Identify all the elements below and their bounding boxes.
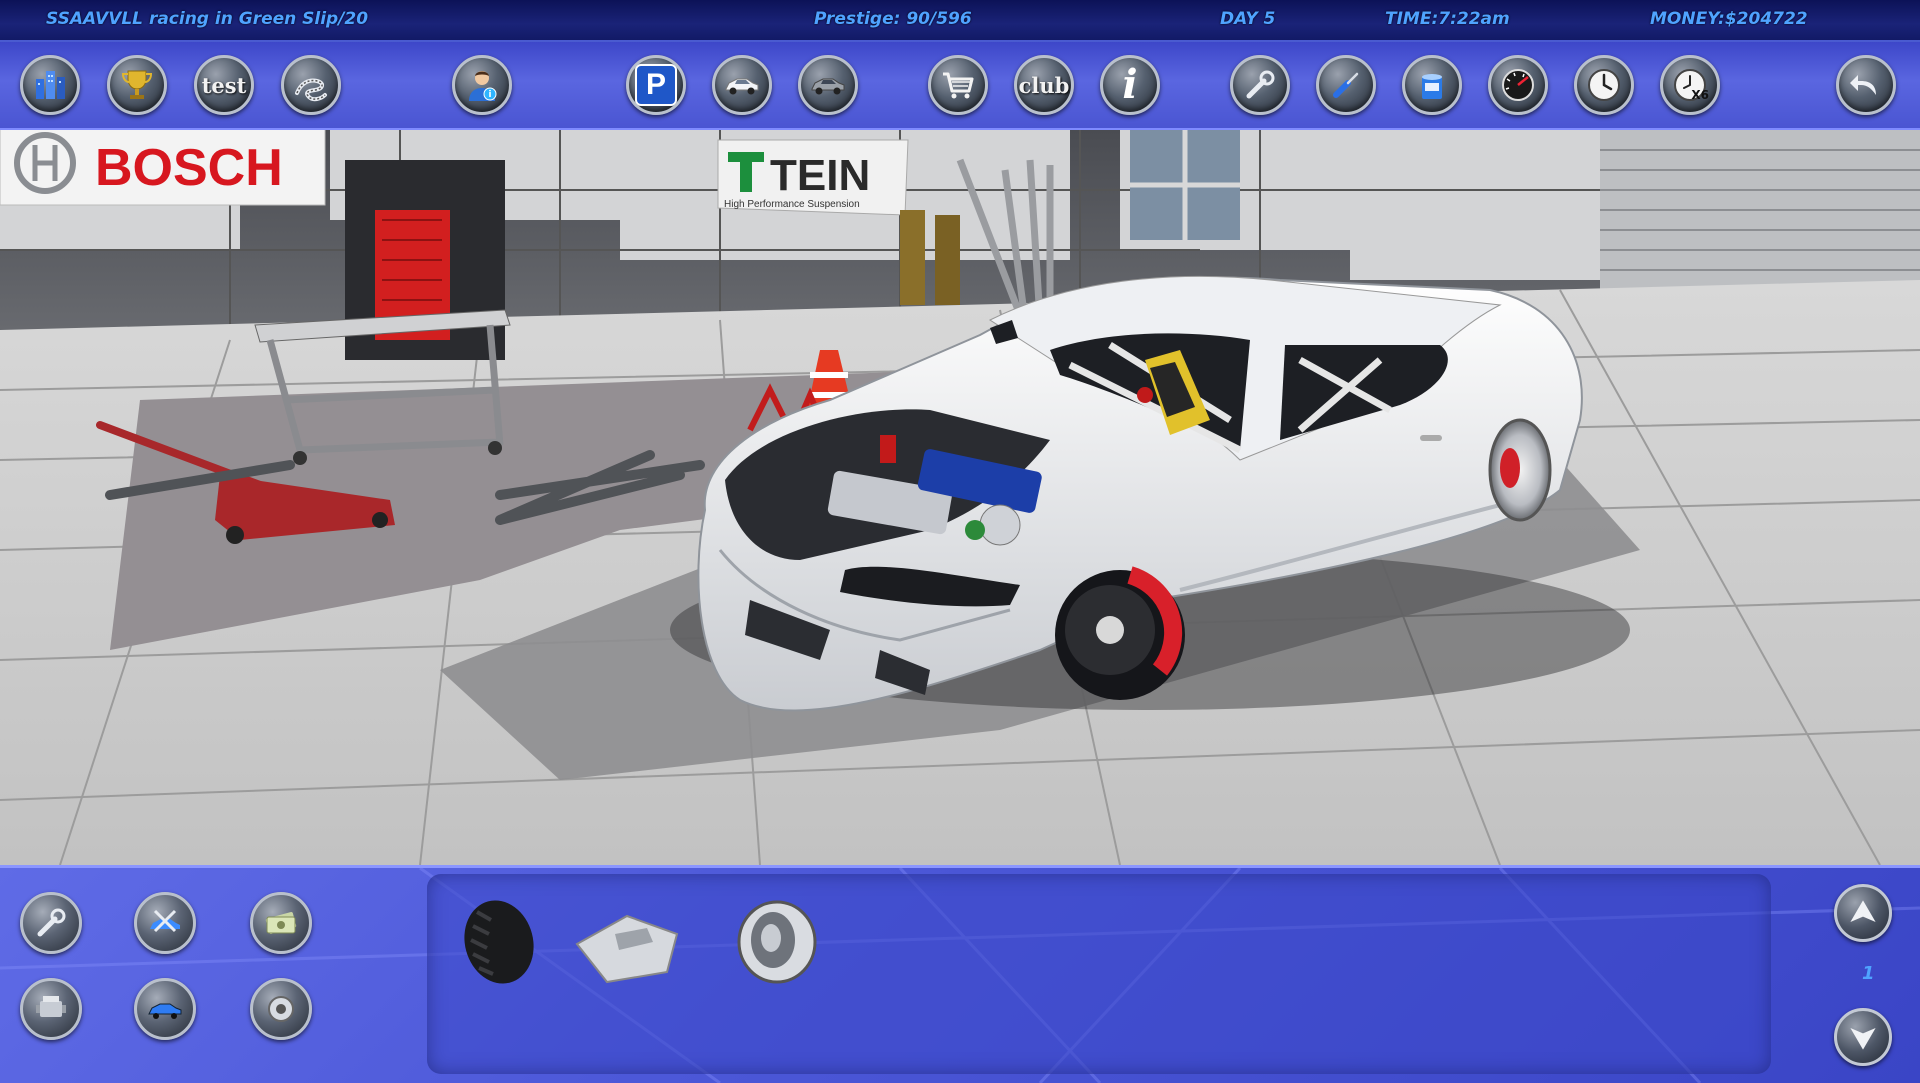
tein-banner: TEIN High Performance Suspension <box>717 139 909 216</box>
white-car-icon <box>725 78 759 95</box>
racing-status: SSAAVVLL racing in Green Slip/20 <box>46 9 369 29</box>
hood-icon <box>575 914 679 984</box>
track-button[interactable] <box>281 55 341 115</box>
part-hood[interactable] <box>567 894 687 990</box>
category-tools-button[interactable] <box>20 892 82 954</box>
part-tire[interactable] <box>447 894 547 990</box>
tire-icon <box>464 900 534 984</box>
prestige-status: Prestige: 90/596 <box>814 9 972 29</box>
bosch-text: BOSCH <box>95 139 283 197</box>
shop-button[interactable] <box>928 55 988 115</box>
status-bar: SSAAVVLL racing in Green Slip/20 Prestig… <box>0 0 1920 42</box>
paint-can-icon <box>1422 74 1442 99</box>
test-button[interactable]: test <box>194 55 254 115</box>
time-speed-button[interactable]: X6 <box>1660 55 1720 115</box>
part-rim[interactable] <box>727 894 827 990</box>
club-label: club <box>1018 72 1070 98</box>
trophy-icon <box>121 70 153 99</box>
wrench-icon <box>37 908 66 937</box>
back-button[interactable] <box>1836 55 1896 115</box>
garage-render: BOSCH TEIN High Performance Suspension <box>0 130 1920 865</box>
blue-car-icon <box>148 1003 182 1019</box>
category-suspension-button[interactable] <box>250 978 312 1040</box>
category-money-button[interactable] <box>250 892 312 954</box>
speed-multiplier-label: X6 <box>1691 88 1709 102</box>
garage-scene: BOSCH TEIN High Performance Suspension <box>0 130 1920 865</box>
city-icon <box>36 71 65 99</box>
driver-profile-button[interactable] <box>452 55 512 115</box>
bottom-panel: 1 <box>0 865 1920 1083</box>
parts-tray <box>427 874 1771 1074</box>
paint-button[interactable] <box>1402 55 1462 115</box>
tein-text: TEIN <box>770 151 870 200</box>
shopping-cart-icon <box>943 72 974 99</box>
my-car-button[interactable] <box>712 55 772 115</box>
club-button[interactable]: club <box>1014 55 1074 115</box>
back-arrow-icon <box>1850 75 1876 95</box>
info-icon: i <box>1122 61 1138 108</box>
category-body-button[interactable] <box>134 978 196 1040</box>
category-engine-button[interactable] <box>20 978 82 1040</box>
arrow-up-icon <box>1850 900 1876 922</box>
tachometer-icon <box>1502 69 1534 101</box>
screwdriver-icon <box>1333 72 1359 98</box>
wheel-hub-icon <box>268 996 294 1022</box>
car-tools-icon <box>150 909 180 933</box>
front-wheel <box>1055 566 1185 700</box>
clock-icon <box>1588 69 1620 101</box>
time-status: TIME:7:22am <box>1385 9 1510 29</box>
page-up-button[interactable] <box>1834 884 1892 942</box>
trophy-button[interactable] <box>107 55 167 115</box>
money-status: MONEY:$204722 <box>1650 9 1808 29</box>
top-toolbar: test P club i X6 <box>0 42 1920 130</box>
screwdriver-button[interactable] <box>1316 55 1376 115</box>
tein-subtext: High Performance Suspension <box>724 199 860 210</box>
category-tuning-button[interactable] <box>134 892 196 954</box>
page-number: 1 <box>1862 963 1875 984</box>
wrench-button[interactable] <box>1230 55 1290 115</box>
engine-icon <box>36 996 66 1017</box>
car-list-button[interactable] <box>798 55 858 115</box>
driver-profile-icon <box>469 71 497 101</box>
city-map-button[interactable] <box>20 55 80 115</box>
clock-button[interactable] <box>1574 55 1634 115</box>
dyno-button[interactable] <box>1488 55 1548 115</box>
parking-button[interactable]: P <box>626 55 686 115</box>
parking-label: P <box>635 64 677 106</box>
money-icon <box>265 912 297 934</box>
page-down-button[interactable] <box>1834 1008 1892 1066</box>
day-status: DAY 5 <box>1220 9 1276 29</box>
wrench-icon <box>1246 70 1275 99</box>
rim-icon <box>737 900 817 984</box>
test-label: test <box>201 72 247 98</box>
arrow-down-icon <box>1850 1028 1876 1050</box>
info-button[interactable]: i <box>1100 55 1160 115</box>
bosch-banner: BOSCH <box>0 130 326 206</box>
race-track-icon <box>295 78 327 102</box>
rear-wheel <box>1488 418 1552 522</box>
grey-car-icon <box>811 78 845 95</box>
